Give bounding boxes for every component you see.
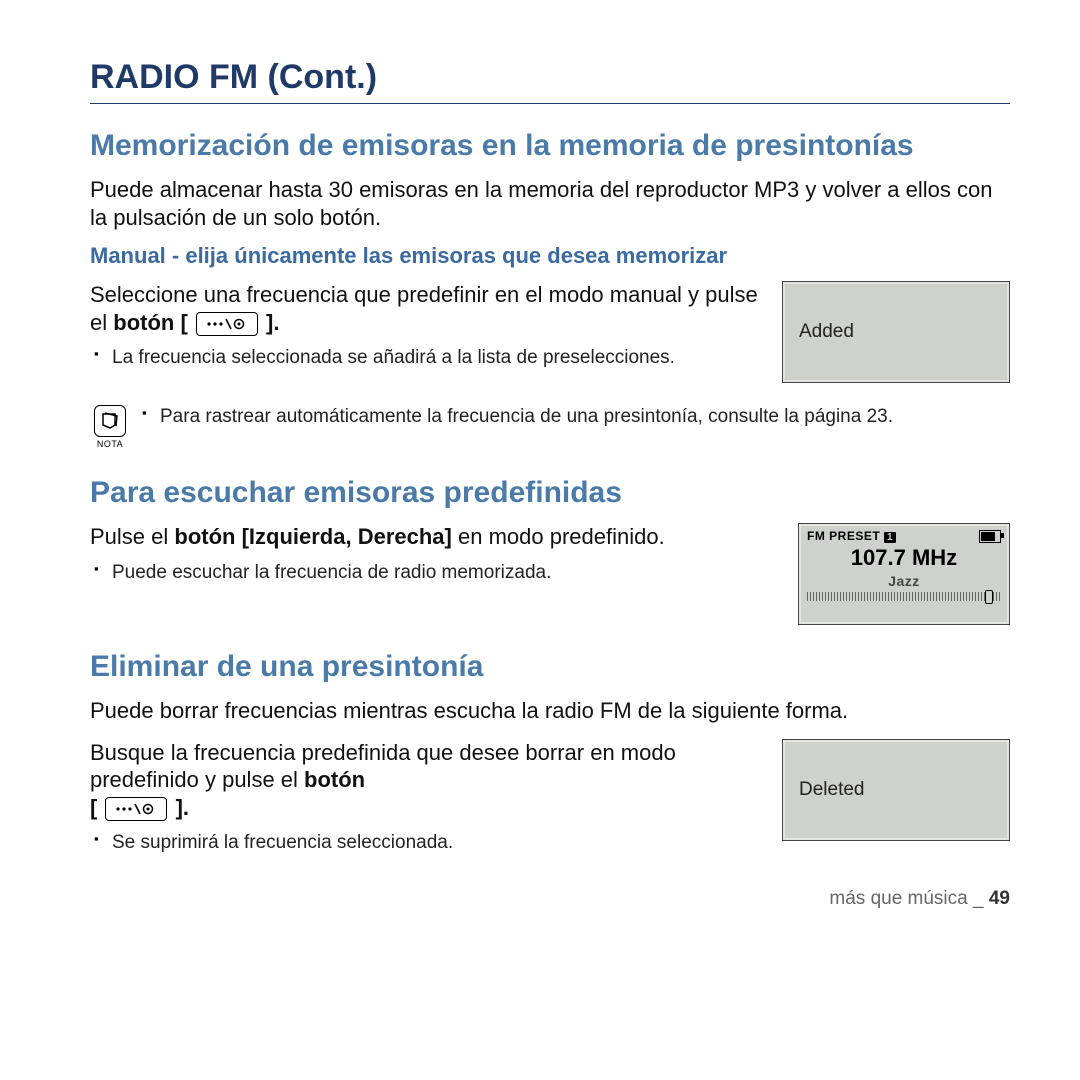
section3-intro: Puede borrar frecuencias mientras escuch… bbox=[90, 697, 1010, 725]
preset-top-bar: FM PRESET 1 bbox=[799, 524, 1009, 545]
page-footer: más que música _ 49 bbox=[90, 888, 1010, 910]
preset-mode-label: FM PRESET 1 bbox=[807, 529, 896, 543]
section1-bullets: La frecuencia seleccionada se añadirá a … bbox=[90, 346, 762, 371]
section2-instruction: Pulse el botón [Izquierda, Derecha] en m… bbox=[90, 523, 778, 551]
section-title-store: Memorización de emisoras en la memoria d… bbox=[90, 128, 1010, 164]
page-number: 49 bbox=[989, 888, 1010, 909]
text-bold: botón [ bbox=[113, 310, 188, 335]
footer-text: más que música _ bbox=[829, 888, 988, 909]
note-icon-wrap: NOTA bbox=[94, 405, 126, 449]
section1-intro: Puede almacenar hasta 30 emisoras en la … bbox=[90, 176, 1010, 231]
note-label: NOTA bbox=[97, 439, 123, 449]
text: Busque la frecuencia predefinida que des… bbox=[90, 740, 676, 793]
text: Pulse el bbox=[90, 524, 174, 549]
section2-bullets: Puede escuchar la frecuencia de radio me… bbox=[90, 561, 778, 586]
screen-text: Deleted bbox=[799, 779, 865, 801]
note-bullets: Para rastrear automáticamente la frecuen… bbox=[138, 405, 1010, 436]
section-title-listen: Para escuchar emisoras predefinidas bbox=[90, 475, 1010, 511]
manual-page: RADIO FM (Cont.) Memorización de emisora… bbox=[0, 0, 1080, 940]
section3-instruction: Busque la frecuencia predefinida que des… bbox=[90, 739, 762, 822]
preset-tuning-bar bbox=[807, 592, 1001, 601]
section-title-delete: Eliminar de una presintonía bbox=[90, 649, 1010, 685]
note-block: NOTA Para rastrear automáticamente la fr… bbox=[90, 405, 1010, 452]
note-icon bbox=[94, 405, 126, 437]
screen-text: Added bbox=[799, 321, 854, 343]
battery-icon bbox=[979, 530, 1001, 543]
section3-bullets: Se suprimirá la frecuencia seleccionada. bbox=[90, 831, 762, 856]
text: en modo predefinido. bbox=[452, 524, 665, 549]
text-bold: botón bbox=[304, 767, 365, 792]
page-title: RADIO FM (Cont.) bbox=[90, 58, 1010, 104]
device-screen-preset: FM PRESET 1 107.7 MHz Jazz bbox=[798, 523, 1010, 625]
bullet-item: Puede escuchar la frecuencia de radio me… bbox=[112, 561, 778, 586]
user-button-icon bbox=[196, 312, 258, 336]
note-text: Para rastrear automáticamente la frecuen… bbox=[160, 405, 1010, 430]
section1-instruction: Seleccione una frecuencia que predefinir… bbox=[90, 281, 762, 336]
user-button-icon bbox=[105, 797, 167, 821]
device-screen-deleted: Deleted bbox=[782, 739, 1010, 841]
device-screen-added: Added bbox=[782, 281, 1010, 383]
bullet-item: Se suprimirá la frecuencia seleccionada. bbox=[112, 831, 762, 856]
bracket-open: [ bbox=[90, 795, 97, 820]
text: Seleccione una frecuencia que predefinir… bbox=[90, 282, 758, 335]
preset-frequency: 107.7 MHz bbox=[799, 545, 1009, 571]
bullet-item: La frecuencia seleccionada se añadirá a … bbox=[112, 346, 762, 371]
preset-genre: Jazz bbox=[799, 573, 1009, 589]
bracket-close: ]. bbox=[169, 795, 189, 820]
text-close: ]. bbox=[260, 310, 280, 335]
manual-subheading: Manual - elija únicamente las emisoras q… bbox=[90, 243, 1010, 269]
text-bold: botón [Izquierda, Derecha] bbox=[174, 524, 451, 549]
